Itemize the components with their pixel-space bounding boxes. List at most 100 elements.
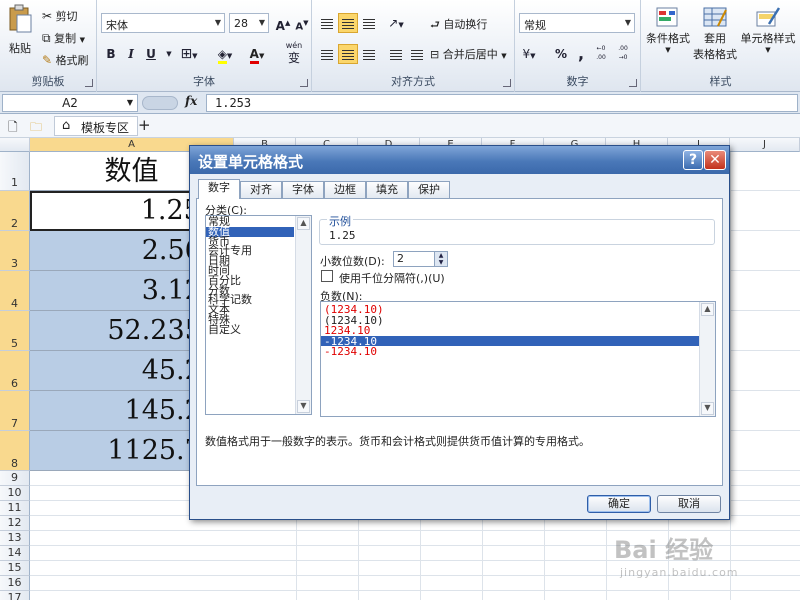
copy-button[interactable]: ⧉ 复制 ▼ [42, 30, 85, 46]
format-cells-dialog: 设置单元格格式 ? ✕ 数字 对齐 字体 边框 填充 保护 分类(C): 常规 … [189, 145, 730, 520]
number-format-select[interactable]: 常规 ▼ [519, 13, 635, 33]
align-center-button[interactable] [338, 44, 358, 64]
list-item[interactable]: -1234.10 [321, 346, 715, 358]
category-scrollbar[interactable]: ▲ ▼ [295, 216, 311, 414]
row-header[interactable]: 9 [0, 471, 30, 486]
font-size-select[interactable]: 28 ▼ [229, 13, 269, 33]
template-tab-label: 模板专区 [81, 121, 130, 135]
folder-icon[interactable]: 🗀 [30, 118, 42, 139]
grow-font-button[interactable]: A▲ [273, 13, 293, 33]
tab-number[interactable]: 数字 [198, 179, 240, 199]
tab-fill[interactable]: 填充 [366, 181, 408, 198]
formula-input[interactable]: 1.253 [206, 94, 798, 112]
font-group-label: 字体 [193, 75, 215, 88]
row-header[interactable]: 8 [0, 431, 30, 471]
cut-button[interactable]: ✂ 剪切 [42, 8, 78, 24]
select-all-corner[interactable] [0, 138, 30, 152]
cancel-button[interactable]: 取消 [657, 495, 721, 513]
scroll-down-icon[interactable]: ▼ [297, 400, 310, 413]
formula-bar-splitter[interactable] [142, 96, 178, 110]
stepper-arrows-icon[interactable]: ▲ ▼ [434, 252, 447, 266]
underline-button[interactable]: U [141, 44, 161, 64]
add-tab-button[interactable]: + [138, 116, 151, 134]
scroll-up-icon[interactable]: ▲ [701, 303, 714, 316]
decrease-indent-button[interactable] [386, 44, 406, 64]
tab-border[interactable]: 边框 [324, 181, 366, 198]
thousands-separator-checkbox[interactable] [321, 270, 333, 282]
font-color-button[interactable]: A▼ [247, 44, 267, 64]
row-header[interactable]: 14 [0, 546, 30, 561]
scroll-up-icon[interactable]: ▲ [297, 217, 310, 230]
column-header[interactable]: J [730, 138, 800, 152]
ok-button[interactable]: 确定 [587, 495, 651, 513]
format-as-table-button[interactable]: 套用 表格格式 [693, 6, 737, 62]
merge-center-button[interactable]: ⊟ 合并后居中 ▼ [430, 46, 507, 62]
row-header[interactable]: 5 [0, 311, 30, 351]
list-item[interactable]: (1234.10) [321, 315, 715, 326]
row-header[interactable]: 4 [0, 271, 30, 311]
align-bottom-button[interactable] [359, 13, 379, 33]
help-button[interactable]: ? [683, 150, 703, 170]
comma-button[interactable]: , [571, 44, 591, 64]
negative-list-scrollbar[interactable]: ▲ ▼ [699, 302, 715, 416]
shrink-font-button[interactable]: A▼ [292, 13, 312, 33]
negative-numbers-list[interactable]: (1234.10) (1234.10) 1234.10 -1234.10 -12… [320, 301, 716, 417]
align-top-button[interactable] [317, 13, 337, 33]
borders-button[interactable]: ⊞▼ [179, 44, 199, 64]
percent-button[interactable]: % [551, 44, 571, 64]
format-painter-button[interactable]: ✎ 格式刷 [42, 52, 89, 68]
row-header[interactable]: 2 [0, 191, 30, 231]
currency-button[interactable]: ¥▼ [519, 44, 539, 64]
row-header[interactable]: 13 [0, 531, 30, 546]
tab-protection[interactable]: 保护 [408, 181, 450, 198]
list-item[interactable]: (1234.10) [321, 304, 715, 315]
list-item[interactable]: 1234.10 [321, 325, 715, 336]
row-header[interactable]: 3 [0, 231, 30, 271]
row-header[interactable]: 17 [0, 591, 30, 600]
new-file-icon[interactable]: 🗋 [8, 118, 18, 139]
alignment-launcher-icon[interactable] [503, 79, 511, 87]
decimal-places-stepper[interactable]: 2 ▲ ▼ [393, 251, 448, 267]
align-right-button[interactable] [359, 44, 379, 64]
cell-styles-button[interactable]: 单元格样式 ▼ [738, 6, 798, 54]
row-header[interactable]: 7 [0, 391, 30, 431]
wrap-text-button[interactable]: ⮐ 自动换行 [430, 16, 487, 35]
row-header[interactable]: 6 [0, 351, 30, 391]
paste-button[interactable]: 粘贴 [4, 4, 36, 56]
align-middle-button[interactable] [338, 13, 358, 33]
conditional-format-button[interactable]: 条件格式 ▼ [643, 6, 693, 54]
clipboard-launcher-icon[interactable] [85, 79, 93, 87]
scroll-down-icon[interactable]: ▼ [701, 402, 714, 415]
row-header[interactable]: 15 [0, 561, 30, 576]
align-left-button[interactable] [317, 44, 337, 64]
row-header[interactable]: 10 [0, 486, 30, 501]
row-header[interactable]: 1 [0, 152, 30, 191]
number-launcher-icon[interactable] [629, 79, 637, 87]
underline-dropdown[interactable]: ▼ [159, 44, 179, 64]
tab-template-zone[interactable]: ⌂ 模板专区 [54, 116, 139, 136]
font-name-select[interactable]: 宋体 ▼ [101, 13, 225, 33]
insert-function-icon[interactable]: fx [185, 94, 205, 108]
increase-decimal-button[interactable]: ←0 .00 [591, 44, 611, 64]
close-button[interactable]: ✕ [704, 150, 726, 170]
conditional-format-label: 条件格式 [646, 32, 690, 45]
sample-value: 1.25 [329, 229, 356, 242]
fill-color-button[interactable]: ◈▼ [215, 44, 235, 64]
phonetic-button[interactable]: wén 变 [280, 40, 308, 64]
list-item[interactable]: -1234.10 [321, 335, 699, 347]
number-format-value: 常规 [524, 19, 546, 32]
increase-indent-button[interactable] [407, 44, 427, 64]
category-list[interactable]: 常规 数值 货币 会计专用 日期 时间 百分比 分数 科学记数 文本 特殊 自定… [205, 215, 312, 415]
dialog-title[interactable]: 设置单元格格式 [190, 146, 729, 174]
orientation-button[interactable]: ↗▼ [386, 13, 406, 33]
font-launcher-icon[interactable] [300, 79, 308, 87]
italic-button[interactable]: I [121, 44, 141, 64]
tab-alignment[interactable]: 对齐 [240, 181, 282, 198]
bold-button[interactable]: B [101, 44, 121, 64]
tab-font[interactable]: 字体 [282, 181, 324, 198]
name-box[interactable]: A2 ▼ [2, 94, 138, 112]
decrease-decimal-button[interactable]: .00 →0 [613, 44, 633, 64]
row-header[interactable]: 16 [0, 576, 30, 591]
row-header[interactable]: 11 [0, 501, 30, 516]
row-header[interactable]: 12 [0, 516, 30, 531]
